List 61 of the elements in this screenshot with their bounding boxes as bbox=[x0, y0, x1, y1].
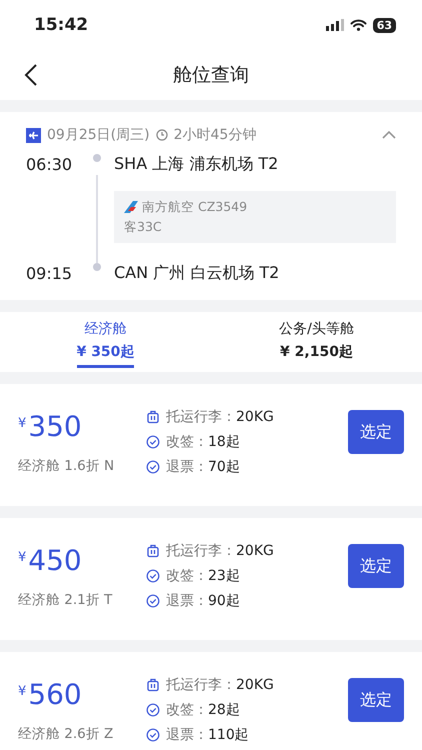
battery-level: 63 bbox=[372, 18, 396, 32]
rule-label: 退票： bbox=[166, 726, 208, 744]
clock-icon bbox=[156, 129, 168, 141]
aircraft-type: 客33C bbox=[124, 218, 163, 236]
cabin-tab[interactable]: 经济舱 ¥ 350起 bbox=[0, 312, 211, 372]
rule-label: 托运行李： bbox=[166, 542, 236, 560]
rule-label: 改签： bbox=[166, 701, 208, 719]
rule-label: 退票： bbox=[166, 592, 208, 610]
rule-label: 托运行李： bbox=[166, 408, 236, 426]
suitcase-icon bbox=[146, 410, 160, 424]
rule-label: 改签： bbox=[166, 567, 208, 585]
back-icon[interactable] bbox=[24, 64, 38, 86]
timeline-dot bbox=[93, 154, 101, 162]
select-button[interactable]: 选定 bbox=[348, 410, 404, 454]
cabin-class: 经济舱 1.6折 N bbox=[18, 457, 116, 475]
check-circle-icon bbox=[146, 594, 160, 608]
currency-symbol: ¥ bbox=[18, 550, 26, 565]
tail-fin-icon bbox=[124, 201, 138, 213]
cabin-class: 经济舱 2.6折 Z bbox=[18, 725, 114, 743]
currency-symbol: ¥ bbox=[18, 416, 26, 431]
rule-value: 70起 bbox=[208, 458, 240, 476]
departure-airport: SHA 上海 浦东机场 T2 bbox=[114, 154, 278, 175]
rule-value: 20KG bbox=[236, 543, 274, 559]
rule-label: 托运行李： bbox=[166, 676, 236, 694]
check-circle-icon bbox=[146, 703, 160, 717]
wifi-icon bbox=[350, 19, 367, 31]
cabin-tab[interactable]: 公务/头等舱 ¥ 2,150起 bbox=[211, 312, 422, 372]
departure-time: 06:30 bbox=[26, 155, 74, 174]
rule-value: 20KG bbox=[236, 677, 274, 693]
fare-price: 560 bbox=[28, 678, 82, 711]
select-button[interactable]: 选定 bbox=[348, 544, 404, 588]
flight-duration: 2小时45分钟 bbox=[174, 126, 256, 144]
check-circle-icon bbox=[146, 435, 160, 449]
rule-value: 23起 bbox=[208, 567, 240, 585]
airline-flight-number: 南方航空 CZ3549 bbox=[142, 198, 248, 216]
check-circle-icon bbox=[146, 569, 160, 583]
fare-price: 450 bbox=[28, 544, 82, 577]
cabin-class: 经济舱 2.1折 T bbox=[18, 591, 114, 609]
rule-label: 改签： bbox=[166, 433, 208, 451]
rule-value: 18起 bbox=[208, 433, 240, 451]
rule-value: 28起 bbox=[208, 701, 240, 719]
collapse-icon[interactable] bbox=[382, 131, 396, 139]
rule-value: 110起 bbox=[208, 726, 249, 744]
suitcase-icon bbox=[146, 678, 160, 692]
timeline-dot bbox=[93, 263, 101, 271]
rule-value: 20KG bbox=[236, 409, 274, 425]
suitcase-icon bbox=[146, 544, 160, 558]
page-title: 舱位查询 bbox=[173, 63, 249, 88]
fare-price: 350 bbox=[28, 410, 82, 443]
check-circle-icon bbox=[146, 460, 160, 474]
signal-icon bbox=[326, 19, 344, 31]
select-button[interactable]: 选定 bbox=[348, 678, 404, 722]
rule-label: 退票： bbox=[166, 458, 208, 476]
airplane-icon bbox=[26, 128, 41, 142]
arrival-time: 09:15 bbox=[26, 264, 74, 283]
status-time: 15:42 bbox=[34, 15, 88, 35]
check-circle-icon bbox=[146, 728, 160, 742]
rule-value: 90起 bbox=[208, 592, 240, 610]
flight-date: 09月25日(周三) bbox=[47, 126, 150, 144]
arrival-airport: CAN 广州 白云机场 T2 bbox=[114, 263, 280, 284]
currency-symbol: ¥ bbox=[18, 684, 26, 699]
